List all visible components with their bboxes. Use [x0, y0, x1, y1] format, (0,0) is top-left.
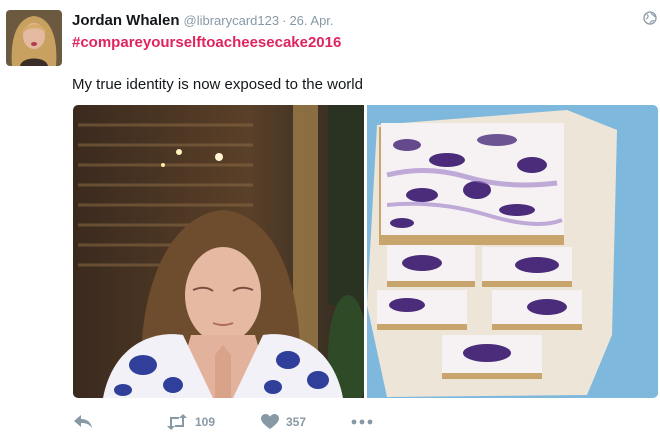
author-handle[interactable]: @librarycard123 — [184, 13, 280, 28]
tweet-date[interactable]: 26. Apr. — [289, 13, 333, 28]
author-name[interactable]: Jordan Whalen — [72, 12, 180, 29]
more-button[interactable] — [351, 412, 373, 432]
globe-icon[interactable] — [643, 11, 657, 25]
person-photo[interactable] — [73, 105, 368, 398]
like-count: 357 — [286, 415, 307, 429]
more-icon — [351, 419, 373, 425]
reply-button[interactable] — [73, 412, 93, 432]
retweet-button[interactable]: 109 — [166, 412, 215, 432]
retweet-count: 109 — [195, 415, 216, 429]
cheesecake-photo[interactable] — [367, 105, 658, 398]
reply-icon — [74, 415, 92, 428]
media-grid — [73, 105, 658, 398]
like-button[interactable]: 357 — [261, 412, 306, 432]
tweet-actions: 109 357 — [0, 412, 660, 432]
separator-dot: · — [282, 13, 287, 28]
heart-icon — [261, 414, 279, 429]
hashtag-link[interactable]: #compareyourselftoacheesecake2016 — [72, 34, 341, 51]
avatar[interactable] — [6, 10, 62, 66]
tweet-header: Jordan Whalen @librarycard123 · 26. Apr. — [72, 12, 334, 30]
tweet-text: My true identity is now exposed to the w… — [72, 76, 363, 93]
retweet-icon — [167, 414, 187, 430]
